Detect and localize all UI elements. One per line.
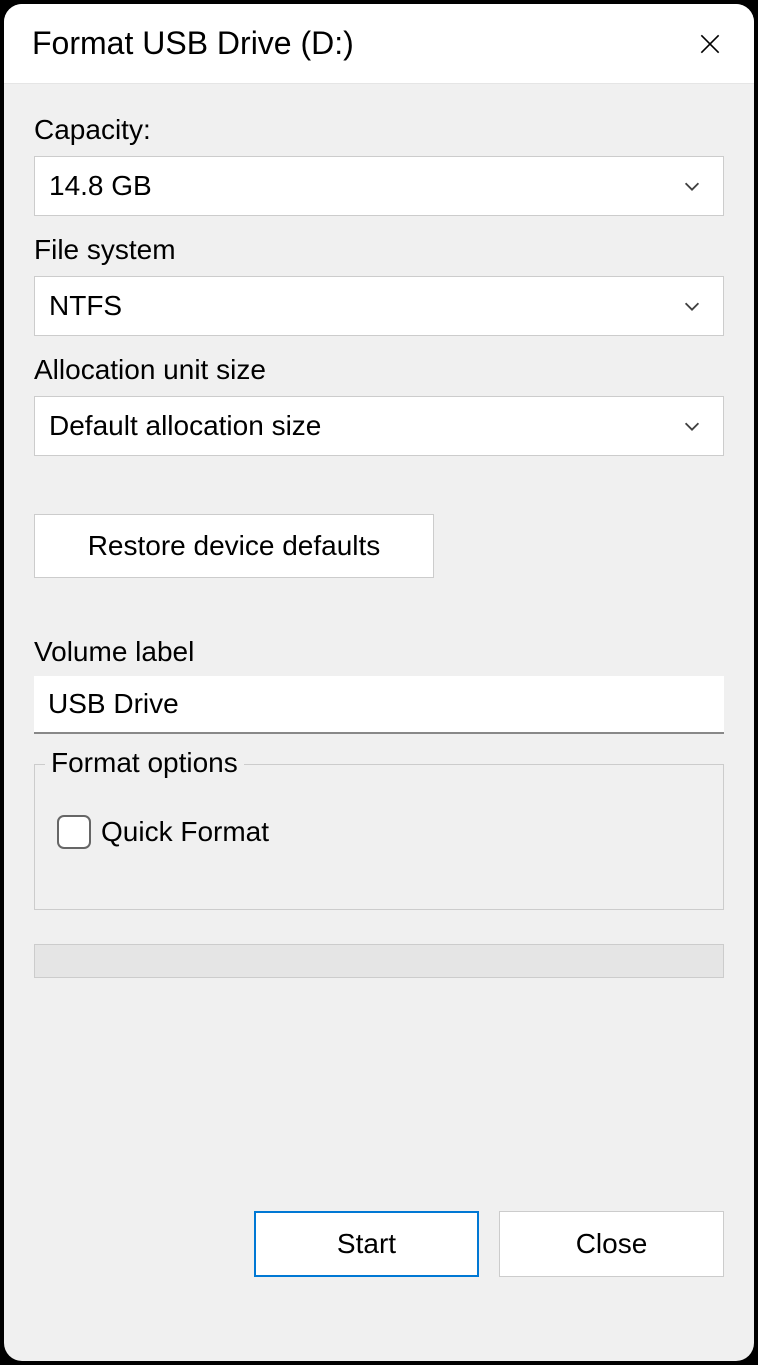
quick-format-label: Quick Format — [101, 816, 269, 848]
volume-label: Volume label — [34, 636, 724, 668]
format-options-legend: Format options — [45, 747, 244, 779]
chevron-down-icon — [681, 295, 703, 317]
close-icon[interactable] — [690, 24, 730, 64]
allocation-select[interactable]: Default allocation size — [34, 396, 724, 456]
quick-format-checkbox[interactable] — [57, 815, 91, 849]
filesystem-label: File system — [34, 234, 724, 266]
start-button[interactable]: Start — [254, 1211, 479, 1277]
close-button[interactable]: Close — [499, 1211, 724, 1277]
capacity-label: Capacity: — [34, 114, 724, 146]
window-title: Format USB Drive (D:) — [32, 25, 354, 62]
chevron-down-icon — [681, 415, 703, 437]
chevron-down-icon — [681, 175, 703, 197]
capacity-value: 14.8 GB — [49, 170, 152, 202]
dialog-content: Capacity: 14.8 GB File system NTFS Alloc… — [4, 84, 754, 1361]
titlebar: Format USB Drive (D:) — [4, 4, 754, 84]
button-row: Start Close — [34, 1151, 724, 1341]
format-dialog: Format USB Drive (D:) Capacity: 14.8 GB … — [4, 4, 754, 1361]
capacity-select[interactable]: 14.8 GB — [34, 156, 724, 216]
allocation-value: Default allocation size — [49, 410, 321, 442]
filesystem-value: NTFS — [49, 290, 122, 322]
format-options-group: Format options Quick Format — [34, 764, 724, 910]
quick-format-row: Quick Format — [57, 815, 705, 849]
volume-label-input[interactable] — [34, 676, 724, 734]
restore-defaults-button[interactable]: Restore device defaults — [34, 514, 434, 578]
filesystem-select[interactable]: NTFS — [34, 276, 724, 336]
progress-bar — [34, 944, 724, 978]
allocation-label: Allocation unit size — [34, 354, 724, 386]
